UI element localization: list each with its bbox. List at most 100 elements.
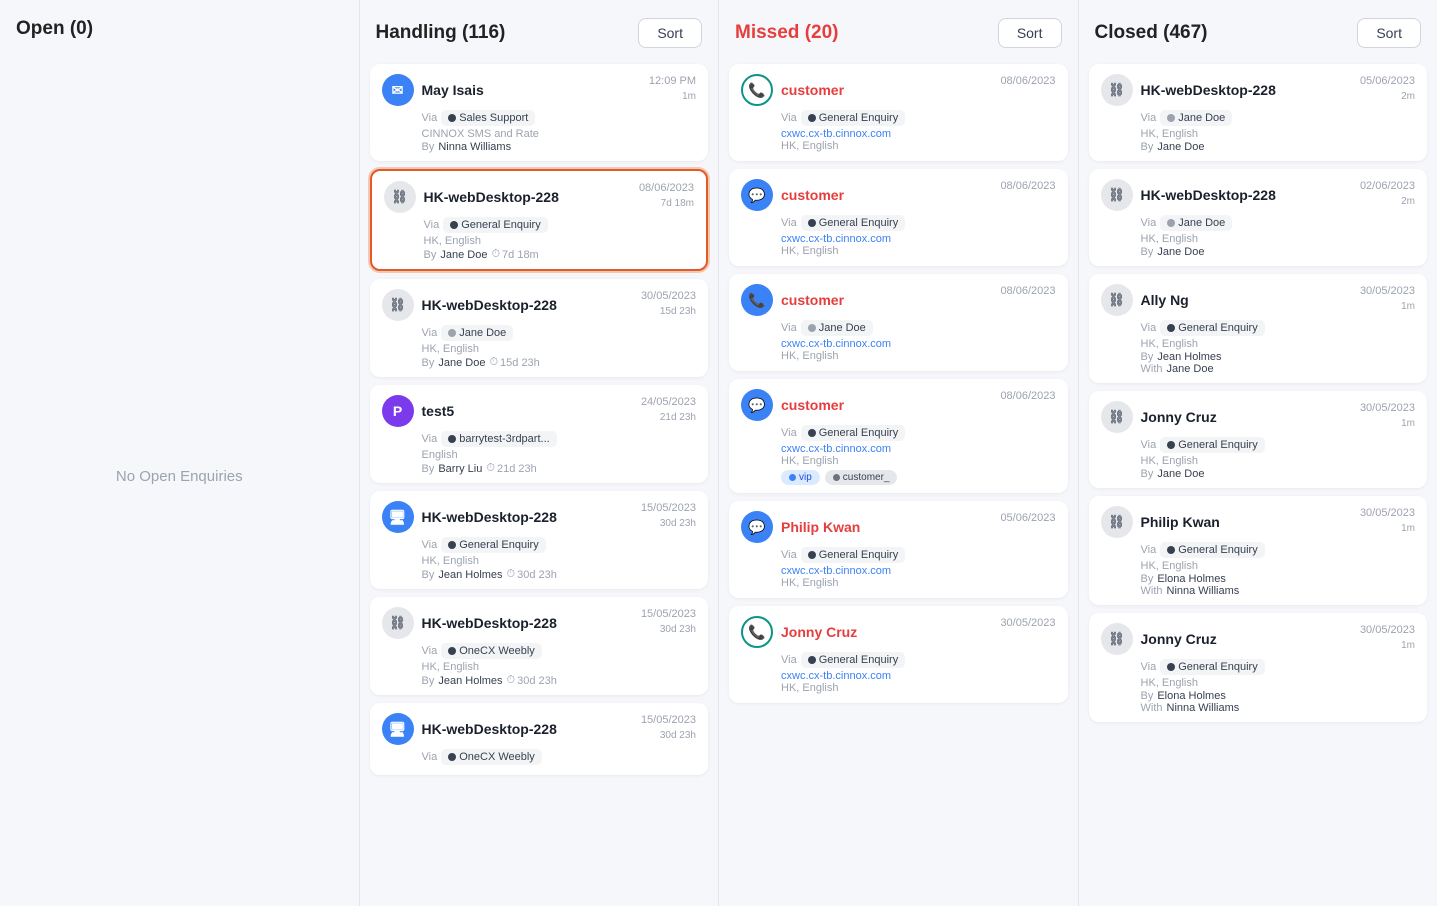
card-name: Jonny Cruz — [1141, 631, 1217, 647]
card-via-row: Via General Enquiry — [1141, 437, 1416, 453]
by-label: By — [422, 141, 435, 153]
enquiry-card[interactable]: 📞 customer 08/06/2023 Via Jane Doe cxwc.… — [729, 274, 1068, 371]
by-name: Jean Holmes — [438, 675, 502, 687]
card-name: May Isais — [422, 82, 484, 98]
avatar: P — [382, 395, 414, 427]
enquiry-card[interactable]: ⛓ HK-webDesktop-228 08/06/20237d 18m Via… — [370, 169, 709, 271]
card-left: ⛓ Ally Ng — [1101, 284, 1189, 316]
via-badge: General Enquiry — [801, 652, 906, 668]
card-via-row: Via General Enquiry — [1141, 542, 1416, 558]
card-sub: HK, English — [424, 235, 695, 247]
by-label: By — [422, 463, 435, 475]
card-name: Jonny Cruz — [781, 624, 857, 640]
via-dot — [1167, 663, 1175, 671]
timer-icon: ⏱ — [491, 248, 500, 261]
card-with-row: With Jane Doe — [1141, 363, 1416, 375]
enquiry-card[interactable]: ⛓ Jonny Cruz 30/05/20231m Via General En… — [1089, 391, 1428, 488]
by-label: By — [424, 249, 437, 261]
with-name: Ninna Williams — [1167, 702, 1240, 714]
via-label: Via — [781, 322, 797, 334]
card-via-row: Via Jane Doe — [1141, 215, 1416, 231]
timer-badge: ⏱7d 18m — [491, 248, 538, 261]
via-dot — [808, 114, 816, 122]
by-name: Jean Holmes — [438, 569, 502, 581]
avatar: ⛓ — [1101, 623, 1133, 655]
enquiry-card[interactable]: 🖥 HK-webDesktop-228 15/05/202330d 23h Vi… — [370, 491, 709, 589]
card-left: 🖥 HK-webDesktop-228 — [382, 713, 557, 745]
card-via-row: Via General Enquiry — [781, 110, 1056, 126]
card-sub: HK, English — [781, 350, 1056, 362]
via-badge: Jane Doe — [1160, 215, 1232, 231]
enquiry-card[interactable]: ⛓ Philip Kwan 30/05/20231m Via General E… — [1089, 496, 1428, 605]
enquiry-card[interactable]: ⛓ HK-webDesktop-228 05/06/20232m Via Jan… — [1089, 64, 1428, 161]
card-link[interactable]: cxwc.cx-tb.cinnox.com — [781, 443, 1056, 455]
card-header-row: 🖥 HK-webDesktop-228 15/05/202330d 23h — [382, 713, 697, 745]
via-badge: barrytest-3rdpart... — [441, 431, 556, 447]
via-dot — [448, 647, 456, 655]
via-badge-text: Jane Doe — [819, 322, 866, 334]
enquiry-card[interactable]: 📞 customer 08/06/2023 Via General Enquir… — [729, 64, 1068, 161]
via-label: Via — [424, 219, 440, 231]
card-via-row: Via Jane Doe — [422, 325, 697, 341]
enquiry-card[interactable]: 💬 customer 08/06/2023 Via General Enquir… — [729, 379, 1068, 493]
sort-button[interactable]: Sort — [998, 18, 1062, 48]
card-sub: CINNOX SMS and Rate — [422, 128, 697, 140]
card-sub: HK, English — [781, 455, 1056, 467]
column-header: Handling (116) Sort — [360, 0, 719, 58]
card-link[interactable]: cxwc.cx-tb.cinnox.com — [781, 670, 1056, 682]
via-badge-text: General Enquiry — [819, 549, 899, 561]
enquiry-card[interactable]: 🖥 HK-webDesktop-228 15/05/202330d 23h Vi… — [370, 703, 709, 775]
card-sub: HK, English — [1141, 677, 1416, 689]
card-left: 📞 customer — [741, 284, 844, 316]
enquiry-card[interactable]: P test5 24/05/202321d 23h Via barrytest-… — [370, 385, 709, 483]
card-date: 30/05/20231m — [1360, 284, 1415, 315]
enquiry-card[interactable]: 💬 Philip Kwan 05/06/2023 Via General Enq… — [729, 501, 1068, 598]
enquiry-card[interactable]: ✉ May Isais 12:09 PM1m Via Sales Support… — [370, 64, 709, 161]
timer-icon: ⏱ — [507, 674, 516, 687]
card-date: 08/06/20237d 18m — [639, 181, 694, 212]
card-sub: HK, English — [1141, 455, 1416, 467]
enquiry-card[interactable]: ⛓ Ally Ng 30/05/20231m Via General Enqui… — [1089, 274, 1428, 383]
enquiry-card[interactable]: ⛓ HK-webDesktop-228 30/05/202315d 23h Vi… — [370, 279, 709, 377]
avatar: ⛓ — [384, 181, 416, 213]
card-name: HK-webDesktop-228 — [422, 297, 557, 313]
card-link[interactable]: cxwc.cx-tb.cinnox.com — [781, 128, 1056, 140]
enquiry-card[interactable]: 📞 Jonny Cruz 30/05/2023 Via General Enqu… — [729, 606, 1068, 703]
via-label: Via — [781, 217, 797, 229]
card-date: 30/05/20231m — [1360, 401, 1415, 432]
card-date: 24/05/202321d 23h — [641, 395, 696, 426]
sort-button[interactable]: Sort — [638, 18, 702, 48]
card-link[interactable]: cxwc.cx-tb.cinnox.com — [781, 338, 1056, 350]
card-via-row: Via OneCX Weebly — [422, 749, 697, 765]
card-sub: HK, English — [781, 682, 1056, 694]
card-via-row: Via General Enquiry — [1141, 659, 1416, 675]
enquiry-card[interactable]: ⛓ HK-webDesktop-228 02/06/20232m Via Jan… — [1089, 169, 1428, 266]
card-by-row: By Jean Holmes ⏱30d 23h — [422, 568, 697, 581]
via-badge-text: General Enquiry — [1178, 661, 1258, 673]
sort-button[interactable]: Sort — [1357, 18, 1421, 48]
enquiry-card[interactable]: 💬 customer 08/06/2023 Via General Enquir… — [729, 169, 1068, 266]
via-badge-text: Jane Doe — [459, 327, 506, 339]
via-label: Via — [1141, 544, 1157, 556]
via-label: Via — [781, 549, 797, 561]
card-link[interactable]: cxwc.cx-tb.cinnox.com — [781, 565, 1056, 577]
card-by-row: By Jane Doe — [1141, 468, 1416, 480]
column-title: Handling (116) — [376, 22, 506, 44]
enquiry-card[interactable]: ⛓ HK-webDesktop-228 15/05/202330d 23h Vi… — [370, 597, 709, 695]
card-name: customer — [781, 292, 844, 308]
via-dot — [1167, 546, 1175, 554]
card-header-row: ⛓ HK-webDesktop-228 15/05/202330d 23h — [382, 607, 697, 639]
card-by-row: By Jane Doe ⏱15d 23h — [422, 356, 697, 369]
card-via-row: Via barrytest-3rdpart... — [422, 431, 697, 447]
card-left: 🖥 HK-webDesktop-228 — [382, 501, 557, 533]
timer-icon: ⏱ — [507, 568, 516, 581]
by-label: By — [1141, 573, 1154, 585]
via-badge: Jane Doe — [441, 325, 513, 341]
via-dot — [448, 541, 456, 549]
tag-customer: customer_ — [825, 470, 898, 485]
card-link[interactable]: cxwc.cx-tb.cinnox.com — [781, 233, 1056, 245]
via-dot — [448, 435, 456, 443]
via-dot — [1167, 114, 1175, 122]
card-via-row: Via Jane Doe — [1141, 110, 1416, 126]
enquiry-card[interactable]: ⛓ Jonny Cruz 30/05/20231m Via General En… — [1089, 613, 1428, 722]
